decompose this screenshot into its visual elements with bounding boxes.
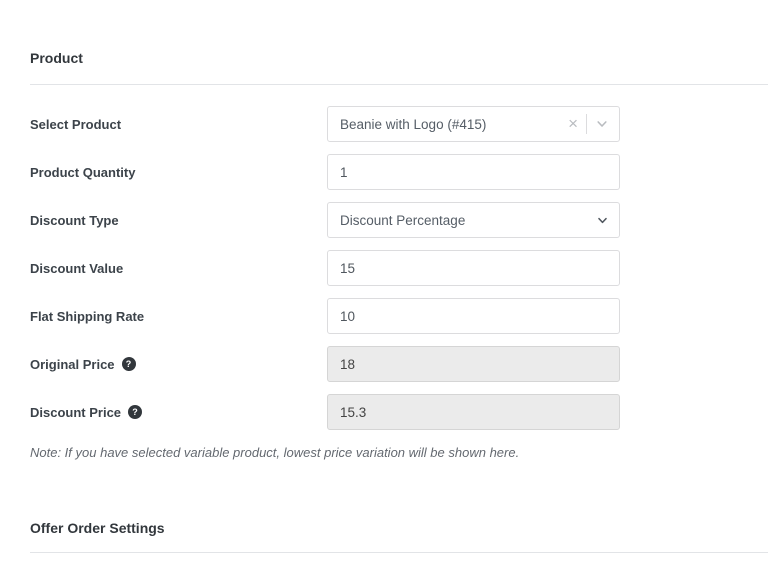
original-price-label: Original Price: [30, 356, 115, 372]
discount-value-label: Discount Value: [30, 260, 124, 276]
form-row-select-product: Select Product Beanie with Logo (#415) ×: [30, 106, 768, 142]
offer-order-settings-title: Offer Order Settings: [30, 520, 165, 536]
separator: [586, 114, 587, 134]
help-icon[interactable]: ?: [128, 405, 143, 419]
chevron-down-icon: [596, 214, 609, 227]
original-price-input: [327, 346, 620, 382]
form-row-product-quantity: Product Quantity: [30, 154, 768, 190]
select-product-combobox[interactable]: Beanie with Logo (#415) ×: [327, 106, 620, 142]
help-icon[interactable]: ?: [121, 357, 136, 371]
form-row-discount-price: Discount Price ?: [30, 394, 768, 430]
section-divider: [30, 552, 768, 553]
flat-shipping-rate-input[interactable]: [327, 298, 620, 334]
discount-price-label: Discount Price: [30, 404, 122, 420]
product-section-title: Product: [30, 50, 83, 66]
product-quantity-input[interactable]: [327, 154, 620, 190]
form-row-discount-value: Discount Value: [30, 250, 768, 286]
chevron-down-icon[interactable]: [595, 117, 609, 131]
clear-selection-icon[interactable]: ×: [568, 115, 586, 134]
form-row-original-price: Original Price ?: [30, 346, 768, 382]
product-quantity-label: Product Quantity: [30, 164, 136, 180]
discount-type-label: Discount Type: [30, 212, 119, 228]
section-divider: [30, 84, 768, 85]
discount-value-input[interactable]: [327, 250, 620, 286]
select-product-label: Select Product: [30, 116, 122, 132]
form-row-flat-shipping-rate: Flat Shipping Rate: [30, 298, 768, 334]
product-form: Select Product Beanie with Logo (#415) ×…: [30, 106, 768, 430]
offer-settings-page: Product Select Product Beanie with Logo …: [0, 0, 768, 571]
discount-type-select[interactable]: Discount Percentage: [327, 202, 620, 238]
form-row-discount-type: Discount Type Discount Percentage: [30, 202, 768, 238]
selected-product-value: Beanie with Logo (#415): [340, 116, 487, 132]
variable-product-note: Note: If you have selected variable prod…: [30, 445, 520, 460]
discount-type-value: Discount Percentage: [340, 212, 466, 228]
flat-shipping-rate-label: Flat Shipping Rate: [30, 308, 145, 324]
discount-price-input: [327, 394, 620, 430]
